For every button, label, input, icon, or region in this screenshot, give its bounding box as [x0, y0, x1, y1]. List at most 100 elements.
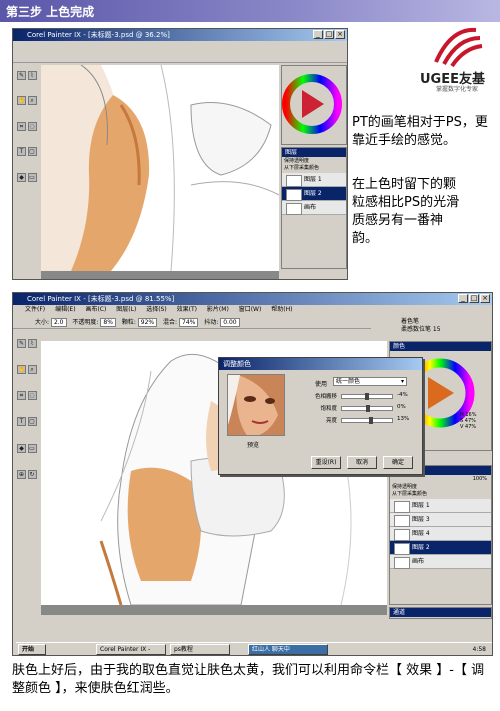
crop-tool-icon[interactable]: ⌗ [17, 391, 26, 401]
taskbar-item-painter[interactable]: Corel Painter IX - [96, 644, 166, 655]
hsv-readout: H 16% S 47% V 47% [460, 412, 476, 430]
ok-button[interactable]: 确定 [383, 456, 413, 469]
minimize-icon[interactable]: _ [458, 294, 468, 303]
preserve-transparency-option[interactable]: 保持透明度 [392, 484, 489, 491]
fill-tool-icon[interactable]: ◆ [17, 172, 26, 182]
resat-label: 混合: [163, 319, 178, 326]
cancel-button[interactable]: 取消 [347, 456, 377, 469]
text-tool-icon[interactable]: T [17, 417, 26, 427]
adjust-slider[interactable] [341, 417, 393, 424]
layers-panel: 图层 100% 保持透明度 从下层采集颜色 图层 1 图层 3 图层 4 图层 … [389, 465, 492, 605]
taskbar: 开始 Corel Painter IX - ps教程 红山人 聊天中 4:58 [16, 642, 492, 655]
grain-label: 颗粒: [121, 319, 136, 326]
menu-window[interactable]: 窗口(W) [239, 306, 262, 313]
jitter-field[interactable]: 0.00 [220, 318, 240, 327]
close-icon[interactable]: × [335, 30, 345, 39]
step-title: 第三步 上色完成 [6, 5, 95, 19]
layer-item-selected[interactable]: 图层 2 [390, 541, 491, 555]
magnifier-tool-icon[interactable]: ⊕ [17, 469, 26, 479]
layer-item[interactable]: 图层 1 [282, 173, 346, 187]
zoom-tool-icon[interactable]: ⌕ [27, 365, 37, 375]
layer-item[interactable]: 图层 4 [390, 527, 491, 541]
adjust-slider[interactable] [341, 393, 393, 400]
slider-label: 饱和度 [320, 406, 337, 412]
size-field[interactable]: 2.0 [50, 318, 67, 327]
brush-tool-icon[interactable]: ✎ [17, 339, 26, 348]
layer-canvas[interactable]: 画布 [390, 555, 491, 569]
dialog-title: 调整颜色 [219, 358, 422, 370]
resat-field[interactable]: 74% [179, 318, 199, 327]
pick-up-color-option[interactable]: 从下层采集颜色 [284, 165, 344, 172]
maximize-icon[interactable]: □ [324, 30, 334, 39]
menu-movie[interactable]: 影片(M) [207, 306, 229, 313]
layer-item[interactable]: 图层 3 [390, 513, 491, 527]
menu-canvas[interactable]: 画布(C) [85, 306, 106, 313]
lasso-tool-icon[interactable]: ◌ [27, 391, 37, 401]
adjust-color-dialog: 调整颜色 预览 使用 统一颜色 ▾ 重设(R) 取消 确定 色相搬移 -4% 饱和度… [218, 357, 423, 475]
zoom-tool-icon[interactable]: ⌕ [27, 96, 37, 106]
preserve-transparency-option[interactable]: 保持透明度 [284, 158, 344, 165]
menu-effects[interactable]: 效果(T) [177, 306, 197, 313]
layer-item[interactable]: 图层 1 [390, 499, 491, 513]
channels-panel: 通道 [389, 607, 492, 619]
painting-canvas[interactable] [41, 65, 279, 271]
caption-adjust-color: 肤色上好后，由于我的取色直觉让肤色太黄，我们可以利用命令栏【 效果 】-【 调整… [12, 663, 485, 696]
layer-item-selected[interactable]: 图层 2 [282, 187, 346, 201]
shape-tool-icon[interactable]: ▢ [27, 417, 37, 427]
grabber-tool-icon[interactable]: ✋ [17, 96, 26, 106]
taskbar-item-tutorial[interactable]: ps教程 [170, 644, 230, 655]
fill-tool-icon[interactable]: ◆ [17, 443, 26, 453]
reset-button[interactable]: 重设(R) [311, 456, 341, 469]
rotate-tool-icon[interactable]: ↻ [27, 469, 37, 479]
channels-panel-title: 通道 [390, 608, 491, 617]
crop-tool-icon[interactable]: ⌗ [17, 121, 26, 131]
layer-canvas[interactable]: 画布 [282, 201, 346, 215]
preview-label: 预览 [247, 442, 260, 449]
slider-value: 0% [397, 404, 406, 410]
window-title-bar: Corel Painter IX - [未标题-3.psd @ 81.55%] [13, 293, 492, 305]
maximize-icon[interactable]: □ [469, 294, 479, 303]
close-icon[interactable]: × [480, 294, 490, 303]
menu-layers[interactable]: 图层(L) [116, 306, 136, 313]
ugee-logo: UGEE友基 掌握数字化专家 [406, 26, 496, 96]
slider-label: 亮度 [325, 418, 337, 424]
menu-help[interactable]: 帮助(H) [271, 306, 292, 313]
text-tool-icon[interactable]: T [17, 147, 26, 157]
slider-knob[interactable] [364, 393, 369, 400]
pick-up-color-option[interactable]: 从下层采集颜色 [392, 491, 489, 498]
minimize-icon[interactable]: _ [313, 30, 323, 39]
dropper-tool-icon[interactable]: ⌇ [27, 71, 37, 80]
dialog-preview [227, 374, 285, 436]
window-controls: _ □ × [313, 30, 345, 39]
menu-edit[interactable]: 编辑(E) [55, 306, 75, 313]
using-label: 使用 [315, 381, 328, 388]
menu-select[interactable]: 选择(S) [146, 306, 167, 313]
dropper-tool-icon[interactable]: ⌇ [27, 339, 37, 348]
brush-tool-icon[interactable]: ✎ [17, 71, 26, 80]
eraser-tool-icon[interactable]: ▭ [27, 172, 37, 182]
toolbox: ✎ ⌇ ✋ ⌕ ⌗ ◌ T ▢ ◆ ▭ [15, 69, 39, 199]
value-value: V 47% [460, 424, 477, 430]
menu-bar: 文件(F) 编辑(E) 画布(C) 图层(L) 选择(S) 效果(T) 影片(M… [13, 305, 492, 315]
menu-file[interactable]: 文件(F) [25, 306, 45, 313]
using-select[interactable]: 统一颜色 ▾ [333, 377, 407, 386]
slider-knob[interactable] [366, 405, 370, 412]
brush-selector[interactable]: 着色笔 柔感数位笔 15 [371, 315, 492, 339]
slider-value: 13% [397, 416, 410, 422]
slider-knob[interactable] [368, 417, 373, 424]
canvas-footer [41, 271, 279, 279]
slider-value: -4% [397, 392, 408, 398]
opacity-field[interactable]: 8% [100, 318, 116, 327]
brush-variant: 柔感数位笔 15 [401, 326, 441, 333]
size-label: 大小: [35, 319, 50, 326]
start-button[interactable]: 开始 [18, 644, 46, 655]
grain-field[interactable]: 92% [137, 318, 158, 327]
eraser-tool-icon[interactable]: ▭ [27, 443, 37, 453]
window-controls: _ □ × [458, 294, 490, 303]
grabber-tool-icon[interactable]: ✋ [17, 365, 26, 375]
lasso-tool-icon[interactable]: ◌ [27, 121, 37, 131]
taskbar-tray-app[interactable]: 红山人 聊天中 [248, 644, 328, 655]
shape-tool-icon[interactable]: ▢ [27, 147, 37, 157]
logo-tagline: 掌握数字化专家 [436, 86, 479, 93]
adjust-slider[interactable] [341, 405, 393, 412]
